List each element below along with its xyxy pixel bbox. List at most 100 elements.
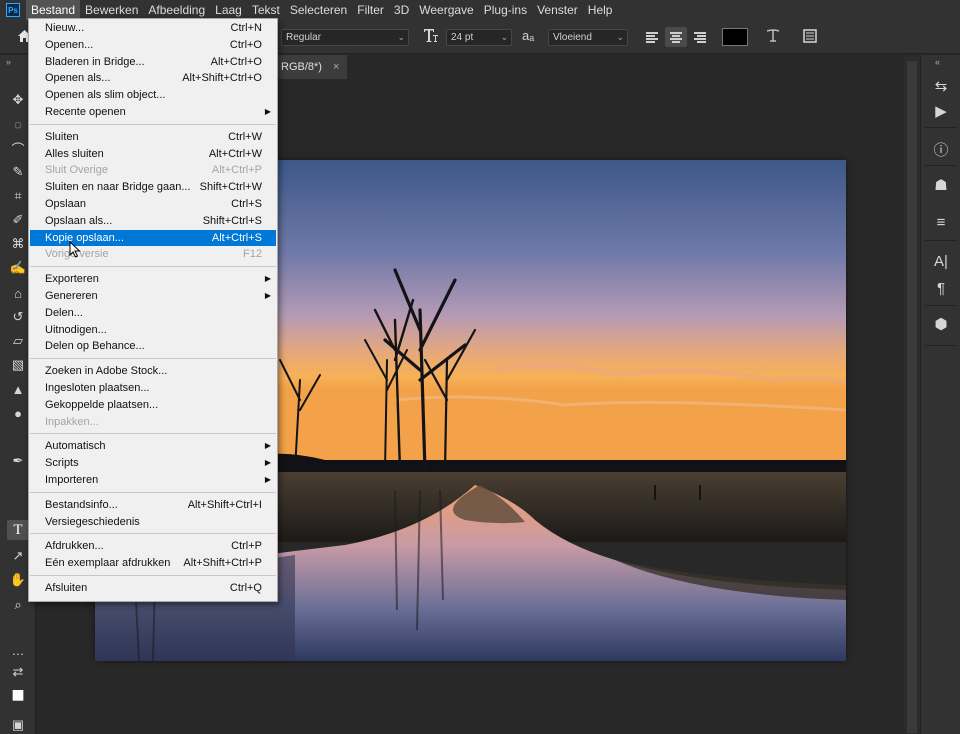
menu-selecteren[interactable]: Selecteren [285, 0, 352, 20]
panel-dock-collapse-bar[interactable] [904, 55, 920, 734]
quick-selection-tool-icon[interactable]: ✎ [7, 162, 29, 182]
font-style-select[interactable]: Regular ⌄ [281, 29, 409, 46]
menu-item-shortcut: Alt+Ctrl+P [211, 164, 262, 177]
menu-bewerken[interactable]: Bewerken [80, 0, 143, 20]
clone-stamp-tool-icon[interactable]: ⌂ [7, 283, 29, 303]
file-menu-item-openen[interactable]: Openen... Ctrl+O [30, 37, 276, 53]
menu-item-shortcut: Alt+Ctrl+S [211, 231, 262, 244]
menu-item-label: Eén exemplaar afdrukken [45, 557, 171, 570]
adjustments-icon[interactable]: ≡ [929, 211, 953, 233]
menu-item-shortcut: Alt+Ctrl+O [210, 55, 262, 68]
antialias-select[interactable]: Vloeiend ⌄ [548, 29, 628, 46]
crop-tool-icon[interactable]: ⌗ [7, 186, 29, 206]
pen-tool-icon[interactable]: ✒ [7, 451, 29, 471]
file-menu-item-scripts[interactable]: Scripts ▶ [30, 455, 276, 471]
spot-healing-tool-icon[interactable]: ⌘ [7, 234, 29, 254]
file-menu-item-exporteren[interactable]: Exporteren ▶ [30, 271, 276, 287]
file-menu-item-openen-als-slim-object[interactable]: Openen als slim object... [30, 87, 276, 103]
history-brush-tool-icon[interactable]: ↺ [7, 307, 29, 327]
menu-help[interactable]: Help [583, 0, 618, 20]
menu-item-shortcut: F12 [243, 248, 262, 261]
eraser-tool-icon[interactable]: ▱ [7, 331, 29, 351]
file-menu-item-nieuw[interactable]: Nieuw... Ctrl+N [30, 20, 276, 36]
file-menu-item-ingesloten-plaatsen[interactable]: Ingesloten plaatsen... [30, 380, 276, 396]
file-menu-item-gekoppelde-plaatsen[interactable]: Gekoppelde plaatsen... [30, 397, 276, 413]
file-menu-item-sluiten-en-naar-bridge-gaan[interactable]: Sluiten en naar Bridge gaan... Shift+Ctrl… [30, 179, 276, 195]
warp-text-icon[interactable] [765, 28, 781, 48]
menu-afbeelding[interactable]: Afbeelding [143, 0, 210, 20]
menu-item-label: Delen op Behance... [45, 340, 145, 353]
file-menu-item-bladeren-in-bridge[interactable]: Bladeren in Bridge... Alt+Ctrl+O [30, 54, 276, 70]
photoshop-logo-icon[interactable]: Ps [6, 3, 20, 17]
dodge-tool-icon[interactable]: ● [7, 403, 29, 423]
file-menu-item-afdrukken[interactable]: Afdrukken... Ctrl+P [30, 538, 276, 554]
file-menu-item-versiegeschiedenis[interactable]: Versiegeschiedenis [30, 514, 276, 530]
file-menu-item-afsluiten[interactable]: Afsluiten Ctrl+Q [30, 580, 276, 596]
file-menu-item-openen-als[interactable]: Openen als... Alt+Shift+Ctrl+O [30, 70, 276, 86]
swap-colors-icon[interactable]: ⇄ [7, 662, 29, 682]
paragraph-icon[interactable]: ¶ [929, 277, 953, 299]
menu-bestand[interactable]: Bestand [26, 0, 81, 20]
text-color-swatch[interactable] [722, 28, 748, 46]
blur-tool-icon[interactable]: ▲ [7, 379, 29, 399]
panels-toggle-icon[interactable] [802, 28, 818, 48]
quick-mask-icon[interactable]: ▣ [7, 715, 29, 734]
menu-item-label: Exporteren [45, 273, 99, 286]
file-menu-item-importeren[interactable]: Importeren ▶ [30, 472, 276, 488]
file-menu-item-bestandsinfo[interactable]: Bestandsinfo... Alt+Shift+Ctrl+I [30, 497, 276, 513]
submenu-arrow-icon: ▶ [264, 274, 271, 284]
menu-laag[interactable]: Laag [210, 0, 247, 20]
file-menu-item-kopie-opslaan[interactable]: Kopie opslaan... Alt+Ctrl+S [30, 229, 276, 246]
file-menu-item-e-n-exemplaar-afdrukken[interactable]: Eén exemplaar afdrukken Alt+Shift+Ctrl+P [30, 555, 276, 571]
collapse-panels-icon[interactable]: « [935, 57, 940, 67]
chevron-down-icon: ⌄ [616, 32, 624, 42]
menu-item-shortcut: Ctrl+Q [229, 582, 262, 594]
menu-3d[interactable]: 3D [389, 0, 414, 20]
type-tool-icon[interactable]: T [7, 520, 29, 540]
align-left-button[interactable] [641, 27, 663, 47]
more-tools-icon[interactable]: … [7, 640, 29, 660]
menu-separator [30, 123, 276, 125]
zoom-tool-icon[interactable]: ⌕ [7, 595, 29, 615]
file-menu-item-automatisch[interactable]: Automatisch ▶ [30, 438, 276, 454]
lasso-tool-icon[interactable]: ⌒ [7, 138, 29, 158]
menu-plug-ins[interactable]: Plug-ins [479, 0, 532, 20]
gradient-tool-icon[interactable]: ▧ [7, 355, 29, 375]
path-selection-tool-icon[interactable]: ↗ [7, 546, 29, 566]
menu-filter[interactable]: Filter [352, 0, 389, 20]
close-tab-icon[interactable]: × [333, 61, 339, 73]
document-tab[interactable]: RGB/8*) × [276, 55, 348, 79]
character-icon[interactable]: A| [929, 250, 953, 272]
menu-item-shortcut: Alt+Shift+Ctrl+I [187, 498, 262, 511]
hand-tool-icon[interactable]: ✋ [7, 570, 29, 590]
file-menu-item-delen-op-behance[interactable]: Delen op Behance... [30, 338, 276, 354]
info-icon[interactable]: ⓘ [929, 138, 953, 160]
file-menu-item-uitnodigen[interactable]: Uitnodigen... [30, 322, 276, 338]
file-menu-item-zoeken-in-adobe-stock[interactable]: Zoeken in Adobe Stock... [30, 363, 276, 379]
file-menu-item-delen[interactable]: Delen... [30, 305, 276, 321]
align-right-button[interactable] [689, 27, 711, 47]
stamp-icon[interactable]: ☗ [929, 174, 953, 196]
menu-weergave[interactable]: Weergave [414, 0, 478, 20]
menu-tekst[interactable]: Tekst [247, 0, 285, 20]
eyedropper-tool-icon[interactable]: ✐ [7, 210, 29, 230]
marquee-tool-icon[interactable]: ◌ [7, 114, 29, 134]
align-center-button[interactable] [665, 27, 687, 47]
history-icon[interactable]: ⇆ [929, 75, 953, 97]
file-menu-item-alles-sluiten[interactable]: Alles sluiten Alt+Ctrl+W [30, 146, 276, 162]
file-menu-item-opslaan[interactable]: Opslaan Ctrl+S [30, 196, 276, 212]
file-menu-item-recente-openen[interactable]: Recente openen ▶ [30, 104, 276, 120]
color-swatches-icon[interactable]: ■ [7, 682, 29, 707]
play-icon[interactable]: ▶ [929, 100, 953, 122]
menu-venster[interactable]: Venster [532, 0, 583, 20]
file-menu-item-genereren[interactable]: Genereren ▶ [30, 288, 276, 304]
brush-tool-icon[interactable]: ✍ [7, 258, 29, 278]
move-tool-icon[interactable]: ✥ [7, 90, 29, 110]
3d-icon[interactable]: ⬢ [929, 313, 953, 335]
font-size-select[interactable]: 24 pt ⌄ [446, 29, 512, 46]
file-menu-item-opslaan-als[interactable]: Opslaan als... Shift+Ctrl+S [30, 213, 276, 229]
antialias-value: Vloeiend [553, 32, 592, 43]
collapse-toolbar-icon[interactable]: » [6, 57, 11, 67]
file-menu-item-sluiten[interactable]: Sluiten Ctrl+W [30, 129, 276, 145]
menu-item-label: Versiegeschiedenis [45, 515, 140, 528]
